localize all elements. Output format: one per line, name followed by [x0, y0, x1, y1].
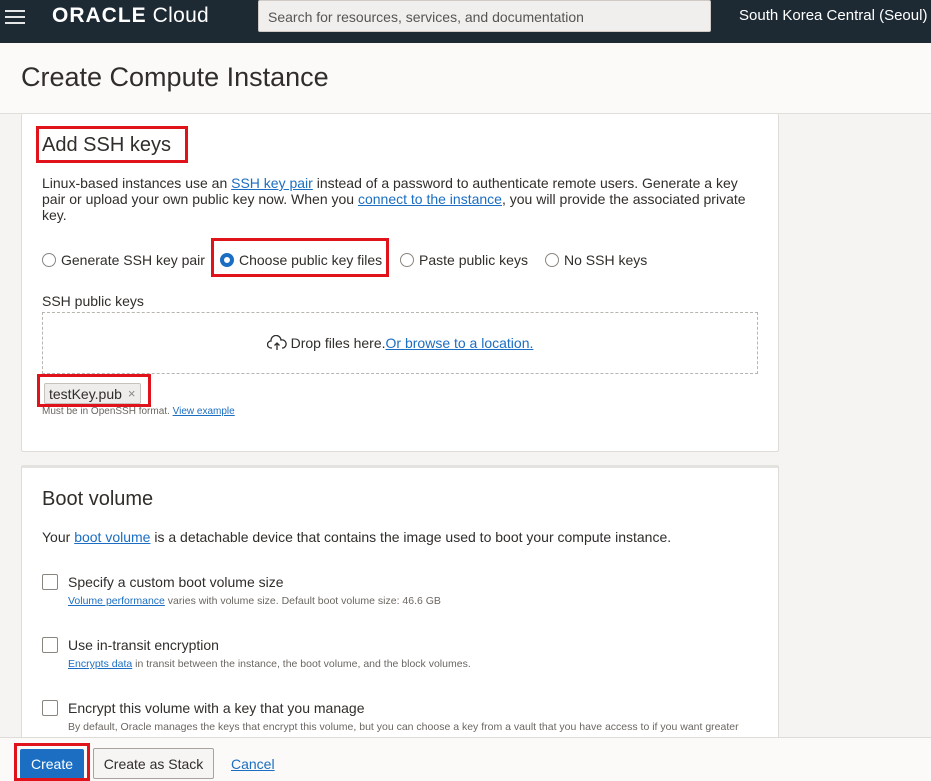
connect-instance-link[interactable]: connect to the instance: [358, 191, 502, 207]
file-drop-zone[interactable]: Drop files here. Or browse to a location…: [42, 312, 758, 374]
checkbox-hint: Volume performance varies with volume si…: [68, 595, 441, 607]
checkbox-icon[interactable]: [42, 574, 58, 590]
radio-no-ssh-keys[interactable]: No SSH keys: [545, 252, 647, 268]
search-input[interactable]: Search for resources, services, and docu…: [258, 0, 711, 32]
encrypts-data-link[interactable]: Encrypts data: [68, 658, 132, 670]
browse-location-link[interactable]: Or browse to a location.: [386, 335, 534, 351]
checkbox-icon[interactable]: [42, 700, 58, 716]
page-header: Create Compute Instance: [0, 43, 931, 114]
radio-icon: [42, 253, 56, 267]
region-selector[interactable]: South Korea Central (Seoul): [739, 7, 927, 24]
checkbox-label: Encrypt this volume with a key that you …: [68, 700, 365, 716]
cancel-link[interactable]: Cancel: [231, 756, 275, 772]
checkbox-label: Use in-transit encryption: [68, 637, 219, 653]
highlight-box: [211, 238, 389, 277]
boot-description: Your boot volume is a detachable device …: [42, 529, 672, 545]
radio-icon: [545, 253, 559, 267]
radio-icon: [400, 253, 414, 267]
page-title: Create Compute Instance: [21, 62, 329, 92]
highlight-box: [14, 743, 90, 781]
checkbox-hint: Encrypts data in transit between the ins…: [68, 658, 471, 670]
radio-generate-ssh-key-pair[interactable]: Generate SSH key pair: [42, 252, 205, 268]
highlight-box: [36, 126, 188, 163]
boot-section-title: Boot volume: [42, 488, 154, 510]
top-bar: ORACLE Cloud Search for resources, servic…: [0, 0, 931, 43]
drop-text: Drop files here.: [290, 335, 386, 351]
boot-volume-link[interactable]: boot volume: [74, 529, 150, 545]
ssh-key-pair-link[interactable]: SSH key pair: [231, 175, 313, 191]
create-as-stack-button[interactable]: Create as Stack: [93, 748, 214, 779]
checkbox-icon[interactable]: [42, 637, 58, 653]
volume-performance-link[interactable]: Volume performance: [68, 595, 165, 607]
upload-cloud-icon: [266, 335, 287, 350]
highlight-box: [37, 374, 151, 407]
ssh-description: Linux-based instances use an SSH key pai…: [42, 175, 746, 223]
menu-icon[interactable]: [5, 10, 25, 24]
checkbox-hint: By default, Oracle manages the keys that…: [68, 721, 739, 733]
format-hint: Must be in OpenSSH format. View example: [42, 406, 235, 417]
view-example-link[interactable]: View example: [173, 406, 235, 417]
oracle-cloud-logo[interactable]: ORACLE Cloud: [52, 5, 209, 27]
ssh-public-keys-label: SSH public keys: [42, 293, 144, 309]
checkbox-label: Specify a custom boot volume size: [68, 574, 284, 590]
radio-paste-public-keys[interactable]: Paste public keys: [400, 252, 528, 268]
